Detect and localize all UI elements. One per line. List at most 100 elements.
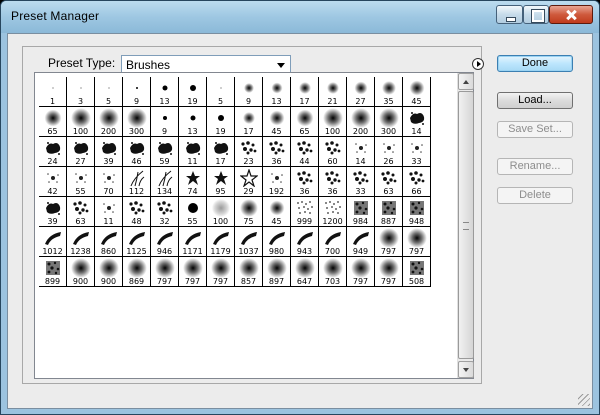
brush-preset-item[interactable]: 887 xyxy=(375,197,403,227)
brush-preset-item[interactable]: 65 xyxy=(39,107,67,137)
brush-preset-item[interactable]: 1037 xyxy=(235,227,263,257)
delete-button[interactable]: Delete xyxy=(497,187,573,204)
brush-preset-item[interactable]: 45 xyxy=(263,107,291,137)
brush-preset-item[interactable]: 11 xyxy=(179,137,207,167)
brush-preset-item[interactable]: 21 xyxy=(319,77,347,107)
brush-preset-item[interactable]: 46 xyxy=(123,137,151,167)
brush-preset-item[interactable]: 59 xyxy=(151,137,179,167)
brush-preset-item[interactable]: 1200 xyxy=(319,197,347,227)
brush-preset-item[interactable]: 797 xyxy=(403,227,431,257)
brush-preset-item[interactable]: 39 xyxy=(39,197,67,227)
brush-preset-item[interactable]: 897 xyxy=(263,257,291,287)
brush-preset-item[interactable]: 29 xyxy=(235,167,263,197)
brush-preset-item[interactable]: 200 xyxy=(95,107,123,137)
brush-preset-item[interactable]: 900 xyxy=(67,257,95,287)
brush-preset-item[interactable]: 60 xyxy=(319,137,347,167)
brush-preset-item[interactable]: 55 xyxy=(67,167,95,197)
brush-preset-item[interactable]: 23 xyxy=(235,137,263,167)
brush-preset-item[interactable]: 797 xyxy=(207,257,235,287)
brush-preset-item[interactable]: 74 xyxy=(179,167,207,197)
brush-preset-item[interactable]: 899 xyxy=(39,257,67,287)
scroll-thumb[interactable] xyxy=(458,91,474,359)
brush-preset-item[interactable]: 3 xyxy=(67,77,95,107)
done-button[interactable]: Done xyxy=(497,55,573,72)
brush-preset-item[interactable]: 33 xyxy=(403,137,431,167)
brush-preset-item[interactable]: 48 xyxy=(123,197,151,227)
brush-preset-item[interactable]: 100 xyxy=(67,107,95,137)
brush-preset-item[interactable]: 200 xyxy=(347,107,375,137)
brush-preset-item[interactable]: 300 xyxy=(123,107,151,137)
brush-preset-item[interactable]: 70 xyxy=(95,167,123,197)
brush-preset-item[interactable]: 35 xyxy=(375,77,403,107)
brush-preset-item[interactable]: 14 xyxy=(403,107,431,137)
brush-preset-item[interactable]: 1125 xyxy=(123,227,151,257)
brush-preset-item[interactable]: 797 xyxy=(347,257,375,287)
brush-preset-item[interactable]: 797 xyxy=(179,257,207,287)
brush-preset-item[interactable]: 27 xyxy=(347,77,375,107)
brush-preset-item[interactable]: 134 xyxy=(151,167,179,197)
brush-preset-item[interactable]: 700 xyxy=(319,227,347,257)
vertical-scrollbar[interactable] xyxy=(457,73,474,378)
brush-preset-item[interactable]: 647 xyxy=(291,257,319,287)
brush-preset-item[interactable]: 100 xyxy=(319,107,347,137)
brush-preset-item[interactable]: 1012 xyxy=(39,227,67,257)
brush-preset-item[interactable]: 300 xyxy=(375,107,403,137)
brush-preset-item[interactable]: 9 xyxy=(123,77,151,107)
brush-preset-item[interactable]: 39 xyxy=(95,137,123,167)
brush-preset-item[interactable]: 36 xyxy=(291,167,319,197)
brush-preset-item[interactable]: 63 xyxy=(67,197,95,227)
brush-preset-item[interactable]: 36 xyxy=(319,167,347,197)
brush-preset-item[interactable]: 13 xyxy=(179,107,207,137)
rename-button[interactable]: Rename... xyxy=(497,158,573,175)
brush-preset-item[interactable]: 13 xyxy=(151,77,179,107)
brush-preset-item[interactable]: 95 xyxy=(207,167,235,197)
brush-preset-item[interactable]: 9 xyxy=(235,77,263,107)
brush-preset-item[interactable]: 33 xyxy=(347,167,375,197)
brush-preset-item[interactable]: 797 xyxy=(151,257,179,287)
brush-preset-item[interactable]: 797 xyxy=(375,257,403,287)
brush-preset-item[interactable]: 55 xyxy=(179,197,207,227)
brush-preset-item[interactable]: 65 xyxy=(291,107,319,137)
brush-preset-item[interactable]: 980 xyxy=(263,227,291,257)
brush-preset-item[interactable]: 946 xyxy=(151,227,179,257)
brush-preset-item[interactable]: 948 xyxy=(403,197,431,227)
load-button[interactable]: Load... xyxy=(497,92,573,109)
brush-preset-item[interactable]: 75 xyxy=(235,197,263,227)
brush-preset-item[interactable]: 943 xyxy=(291,227,319,257)
scroll-up-button[interactable] xyxy=(458,73,474,90)
minimize-button[interactable] xyxy=(496,5,523,24)
brush-preset-item[interactable]: 860 xyxy=(95,227,123,257)
brush-preset-item[interactable]: 9 xyxy=(151,107,179,137)
brush-preset-item[interactable]: 1179 xyxy=(207,227,235,257)
scroll-down-button[interactable] xyxy=(458,361,474,378)
brush-preset-item[interactable]: 797 xyxy=(375,227,403,257)
brush-preset-item[interactable]: 45 xyxy=(263,197,291,227)
brush-preset-item[interactable]: 27 xyxy=(67,137,95,167)
brush-preset-item[interactable]: 5 xyxy=(207,77,235,107)
title-bar[interactable]: Preset Manager xyxy=(1,1,599,33)
brush-preset-item[interactable]: 5 xyxy=(95,77,123,107)
brush-preset-item[interactable]: 42 xyxy=(39,167,67,197)
close-button[interactable] xyxy=(549,5,593,24)
brush-preset-item[interactable]: 19 xyxy=(179,77,207,107)
brush-preset-item[interactable]: 13 xyxy=(263,77,291,107)
brush-preset-item[interactable]: 17 xyxy=(291,77,319,107)
brush-preset-item[interactable]: 949 xyxy=(347,227,375,257)
brush-preset-item[interactable]: 36 xyxy=(263,137,291,167)
brush-preset-item[interactable]: 900 xyxy=(95,257,123,287)
brush-preset-item[interactable]: 32 xyxy=(151,197,179,227)
brush-preset-item[interactable]: 17 xyxy=(207,137,235,167)
brush-list[interactable]: 1 3 5 9 13 19 5 9 13 17 21 27 35 45 65 100 200 300 9 13 19 17… xyxy=(34,72,474,379)
brush-preset-item[interactable]: 24 xyxy=(39,137,67,167)
brush-preset-item[interactable]: 112 xyxy=(123,167,151,197)
resize-grip[interactable] xyxy=(578,394,590,406)
maximize-button[interactable] xyxy=(523,5,549,24)
brush-preset-item[interactable]: 26 xyxy=(375,137,403,167)
save-set-button[interactable]: Save Set... xyxy=(497,121,573,138)
brush-preset-item[interactable]: 19 xyxy=(207,107,235,137)
brush-preset-item[interactable]: 45 xyxy=(403,77,431,107)
brush-preset-item[interactable]: 44 xyxy=(291,137,319,167)
brush-preset-item[interactable]: 14 xyxy=(347,137,375,167)
brush-preset-item[interactable]: 100 xyxy=(207,197,235,227)
brush-preset-item[interactable]: 11 xyxy=(95,197,123,227)
